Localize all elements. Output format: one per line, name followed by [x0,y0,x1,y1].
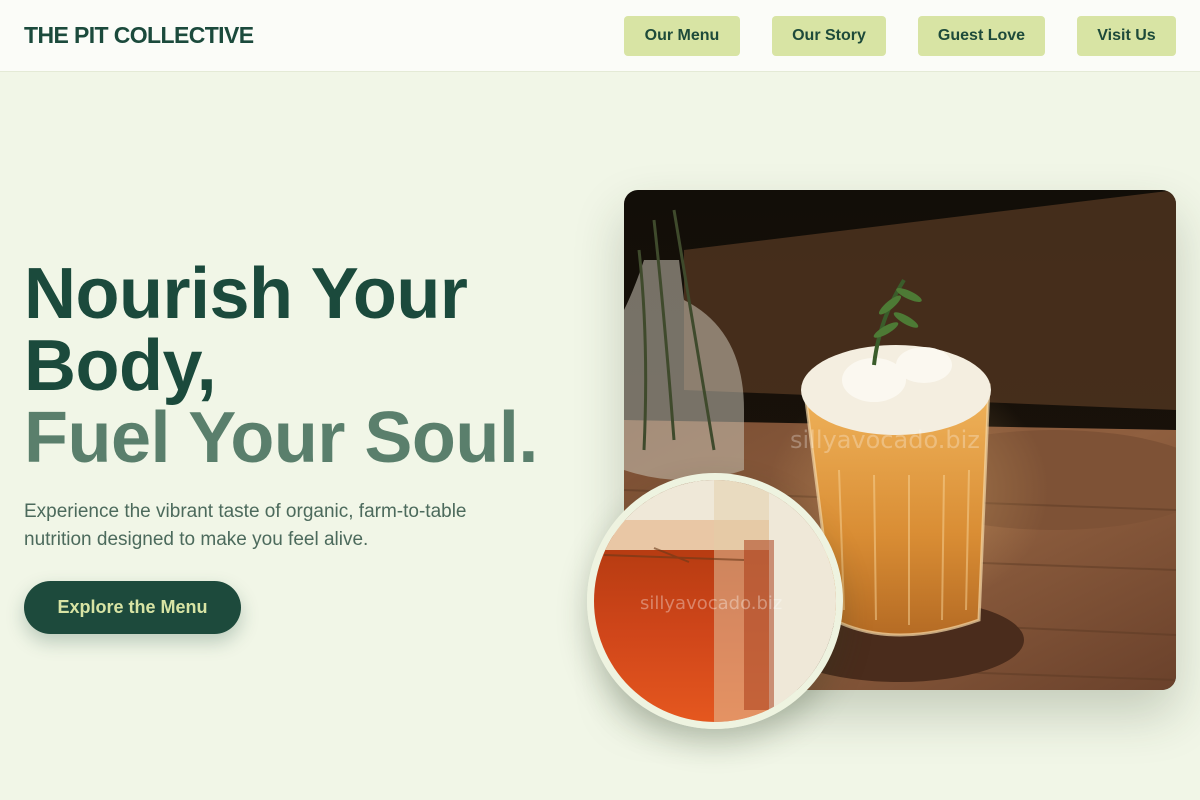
hero-subtitle-line-2: nutrition designed to make you feel aliv… [24,529,369,550]
hero-title-line-1: Nourish Your [24,254,468,334]
brand-logo[interactable]: THE PIT COLLECTIVE [24,22,254,49]
nav-our-menu-button[interactable]: Our Menu [624,16,740,56]
tea-glass-closeup-photo [587,473,843,729]
hero-title-line-2: Body, [24,326,217,406]
hero-subtitle: Experience the vibrant taste of organic,… [24,498,564,554]
hero-subtitle-line-1: Experience the vibrant taste of organic,… [24,501,467,522]
nav-our-story-button[interactable]: Our Story [772,16,886,56]
nav-guest-love-button[interactable]: Guest Love [918,16,1045,56]
site-header: THE PIT COLLECTIVE Our Menu Our Story Gu… [0,0,1200,72]
hero-title-line-3: Fuel Your Soul. [24,398,538,478]
explore-menu-button[interactable]: Explore the Menu [24,581,241,634]
nav-visit-us-button[interactable]: Visit Us [1077,16,1176,56]
hero-title: Nourish Your Body, Fuel Your Soul. [24,258,604,474]
